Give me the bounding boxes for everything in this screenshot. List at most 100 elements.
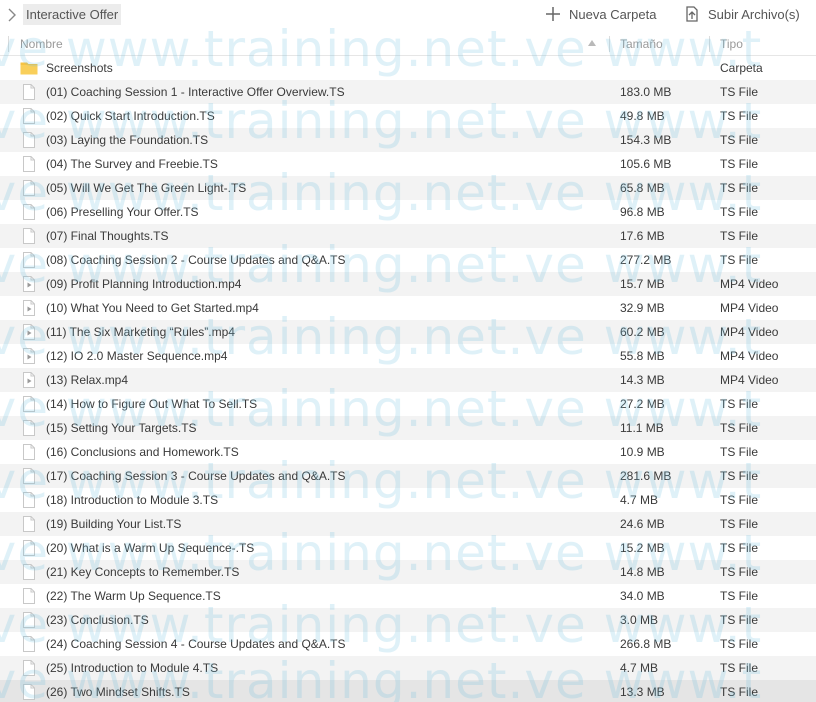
file-name[interactable]: (22) The Warm Up Sequence.TS [46,589,221,603]
file-name[interactable]: (14) How to Figure Out What To Sell.TS [46,397,257,411]
file-name[interactable]: (24) Coaching Session 4 - Course Updates… [46,637,345,651]
new-folder-button[interactable]: Nueva Carpeta [545,3,656,25]
file-row[interactable]: (25) Introduction to Module 4.TS 4.7 MB TS… [0,656,816,680]
file-size: 11.1 MB [620,421,664,435]
file-row[interactable]: (12) IO 2.0 Master Sequence.mp4 55.8 MB MP… [0,344,816,368]
file-type: TS File [720,421,759,435]
file-row[interactable]: (01) Coaching Session 1 - Interactive Of… [0,80,816,104]
file-row[interactable]: (07) Final Thoughts.TS 17.6 MB TS File [0,224,816,248]
file-row[interactable]: (05) Will We Get The Green Light-.TS 65.8… [0,176,816,200]
file-size: 14.3 MB [620,373,665,387]
file-list: Screenshots Carpeta (01) Coaching Session … [0,56,816,702]
file-name[interactable]: (12) IO 2.0 Master Sequence.mp4 [46,349,227,363]
file-name[interactable]: (19) Building Your List.TS [46,517,181,531]
column-name-header[interactable]: Nombre [20,37,63,51]
file-name[interactable]: (04) The Survey and Freebie.TS [46,157,218,171]
file-icon [20,491,38,509]
column-divider [609,36,610,52]
file-row[interactable]: (06) Preselling Your Offer.TS 96.8 MB TS F… [0,200,816,224]
file-type: TS File [720,157,759,171]
chevron-right-icon[interactable] [4,7,20,23]
upload-files-button[interactable]: Subir Archivo(s) [684,3,800,25]
file-size: 65.8 MB [620,181,665,195]
file-row[interactable]: (04) The Survey and Freebie.TS 105.6 MB TS… [0,152,816,176]
file-row[interactable]: (21) Key Concepts to Remember.TS 14.8 MB T… [0,560,816,584]
file-name[interactable]: (01) Coaching Session 1 - Interactive Of… [46,85,345,99]
file-name[interactable]: (09) Profit Planning Introduction.mp4 [46,277,241,291]
file-type: TS File [720,613,759,627]
file-row[interactable]: (03) Laying the Foundation.TS 154.3 MB TS … [0,128,816,152]
file-row[interactable]: (24) Coaching Session 4 - Course Updates… [0,632,816,656]
video-icon [20,275,38,293]
sort-ascending-icon[interactable] [588,40,596,46]
file-name[interactable]: (21) Key Concepts to Remember.TS [46,565,239,579]
file-name[interactable]: (05) Will We Get The Green Light-.TS [46,181,246,195]
file-name[interactable]: (11) The Six Marketing “Rules”.mp4 [46,325,235,339]
upload-label: Subir Archivo(s) [708,6,800,22]
file-size: 24.6 MB [620,517,665,531]
file-icon [20,83,38,101]
file-type: TS File [720,445,759,459]
file-type: TS File [720,205,759,219]
column-divider [709,36,710,52]
file-row[interactable]: (20) What is a Warm Up Sequence-.TS 15.2 … [0,536,816,560]
file-name[interactable]: (15) Setting Your Targets.TS [46,421,197,435]
column-type-header[interactable]: Tipo [720,37,743,51]
file-name[interactable]: (07) Final Thoughts.TS [46,229,169,243]
file-row[interactable]: (09) Profit Planning Introduction.mp4 15.… [0,272,816,296]
file-row[interactable]: (10) What You Need to Get Started.mp4 32.… [0,296,816,320]
file-row[interactable]: (26) Two Mindset Shifts.TS 13.3 MB TS File [0,680,816,702]
file-name[interactable]: (23) Conclusion.TS [46,613,149,627]
file-name[interactable]: (17) Coaching Session 3 - Course Updates… [46,469,345,483]
file-name[interactable]: Screenshots [46,61,113,75]
toolbar: Interactive Offer Nueva Carpeta Subir Ar… [0,0,816,30]
file-row[interactable]: (08) Coaching Session 2 - Course Updates… [0,248,816,272]
file-type: MP4 Video [720,301,779,315]
file-name[interactable]: (03) Laying the Foundation.TS [46,133,208,147]
file-name[interactable]: (10) What You Need to Get Started.mp4 [46,301,259,315]
file-row[interactable]: (11) The Six Marketing “Rules”.mp4 60.2 M… [0,320,816,344]
file-type: TS File [720,109,759,123]
file-size: 96.8 MB [620,205,665,219]
folder-row[interactable]: Screenshots Carpeta [0,56,816,80]
file-type: MP4 Video [720,373,779,387]
file-row[interactable]: (14) How to Figure Out What To Sell.TS 27… [0,392,816,416]
file-size: 4.7 MB [620,661,659,675]
file-row[interactable]: (15) Setting Your Targets.TS 11.1 MB TS Fi… [0,416,816,440]
file-type: TS File [720,85,759,99]
column-size-header[interactable]: Tamaño [620,37,663,51]
file-size: 13.3 MB [620,685,665,699]
file-type: TS File [720,661,759,675]
file-row[interactable]: (02) Quick Start Introduction.TS 49.8 MB T… [0,104,816,128]
file-name[interactable]: (06) Preselling Your Offer.TS [46,205,199,219]
breadcrumb-current[interactable]: Interactive Offer [23,4,122,25]
file-name[interactable]: (02) Quick Start Introduction.TS [46,109,215,123]
plus-icon [546,7,560,21]
file-size: 27.2 MB [620,397,665,411]
file-row[interactable]: (16) Conclusions and Homework.TS 10.9 MB T… [0,440,816,464]
file-name[interactable]: (20) What is a Warm Up Sequence-.TS [46,541,254,555]
file-size: 60.2 MB [620,325,665,339]
file-size: 55.8 MB [620,349,665,363]
file-icon [20,467,38,485]
file-row[interactable]: (17) Coaching Session 3 - Course Updates… [0,464,816,488]
file-size: 10.9 MB [620,445,665,459]
file-icon [20,659,38,677]
file-row[interactable]: (18) Introduction to Module 3.TS 4.7 MB TS… [0,488,816,512]
file-icon [20,443,38,461]
file-type: TS File [720,637,759,651]
file-name[interactable]: (26) Two Mindset Shifts.TS [46,685,190,699]
file-icon [20,515,38,533]
file-name[interactable]: (08) Coaching Session 2 - Course Updates… [46,253,345,267]
file-name[interactable]: (13) Relax.mp4 [46,373,128,387]
file-name[interactable]: (25) Introduction to Module 4.TS [46,661,218,675]
file-name[interactable]: (16) Conclusions and Homework.TS [46,445,239,459]
file-size: 17.6 MB [620,229,665,243]
file-row[interactable]: (19) Building Your List.TS 24.6 MB TS File [0,512,816,536]
file-row[interactable]: (23) Conclusion.TS 3.0 MB TS File [0,608,816,632]
file-row[interactable]: (13) Relax.mp4 14.3 MB MP4 Video [0,368,816,392]
file-type: TS File [720,541,759,555]
file-type: TS File [720,685,759,699]
file-row[interactable]: (22) The Warm Up Sequence.TS 34.0 MB TS Fi… [0,584,816,608]
file-name[interactable]: (18) Introduction to Module 3.TS [46,493,218,507]
